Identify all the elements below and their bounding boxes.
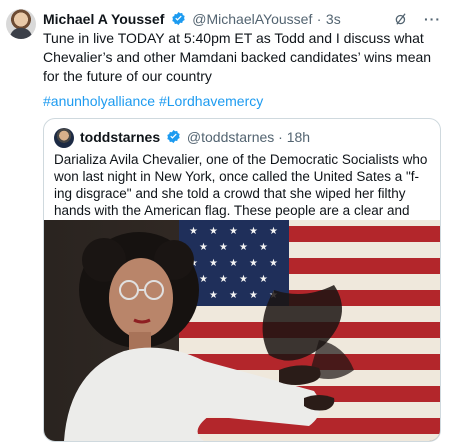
verified-badge-icon [171,11,186,31]
author-handle[interactable]: @MichaelAYoussef [192,11,312,27]
tweet-text: Tune in live TODAY at 5:40pm ET as Todd … [43,30,432,84]
svg-text:★: ★ [249,290,258,301]
quote-verified-badge-icon [166,129,181,147]
author-name[interactable]: Michael A Youssef [43,11,164,27]
svg-text:★: ★ [209,226,218,237]
svg-text:★: ★ [219,242,228,253]
svg-text:★: ★ [189,226,198,237]
quote-author-handle[interactable]: @toddstarnes [187,129,274,145]
svg-text:★: ★ [259,274,268,285]
svg-text:★: ★ [199,242,208,253]
grok-icon[interactable] [394,12,408,26]
quote-author-name[interactable]: toddstarnes [80,129,160,145]
tweet-time[interactable]: 3s [326,11,341,27]
tweet-hashtags[interactable]: #anunholyalliance #Lordhavemercy [43,93,263,109]
quote-photo[interactable]: ★★★★★ ★★★★ ★★★★★ ★★★★ ★★★★★ [44,220,440,441]
svg-text:★: ★ [229,258,238,269]
svg-text:★: ★ [209,290,218,301]
svg-text:★: ★ [249,226,258,237]
svg-text:★: ★ [229,290,238,301]
svg-text:★: ★ [269,226,278,237]
tweet[interactable]: Michael A Youssef @MichaelAYoussef · 3s … [0,0,451,443]
svg-text:★: ★ [229,226,238,237]
author-avatar[interactable] [6,9,36,39]
separator-dot: · [316,11,322,27]
more-icon[interactable]: ··· [424,11,441,27]
svg-text:★: ★ [199,274,208,285]
svg-text:★: ★ [269,258,278,269]
quote-header: toddstarnes @toddstarnes · 18h [80,129,310,147]
svg-text:★: ★ [239,242,248,253]
svg-text:★: ★ [219,274,228,285]
quote-time[interactable]: 18h [287,129,310,145]
svg-text:★: ★ [209,258,218,269]
header-actions: ··· [394,11,441,27]
svg-text:★: ★ [249,258,258,269]
svg-text:★: ★ [259,242,268,253]
tweet-header: Michael A Youssef @MichaelAYoussef · 3s … [43,11,441,31]
quoted-tweet[interactable]: toddstarnes @toddstarnes · 18h Darializa… [43,118,441,442]
quote-author-avatar[interactable] [54,128,74,148]
quote-separator-dot: · [278,129,283,145]
svg-text:★: ★ [239,274,248,285]
